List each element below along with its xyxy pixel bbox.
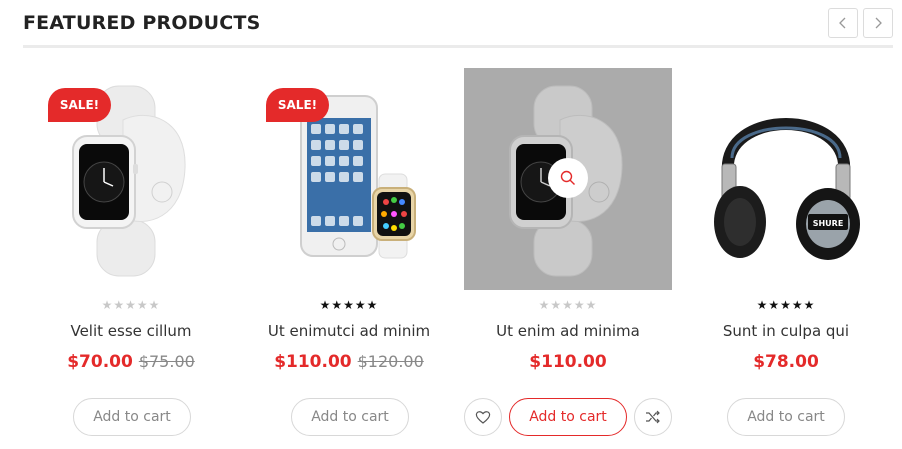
product-card: SALE! ★★★★★ Velit esse cillum $70.00 $75.… (27, 68, 235, 449)
product-name[interactable]: Ut enim ad minima (464, 322, 672, 340)
rating-stars: ★★★★★ (756, 298, 816, 312)
product-name[interactable]: Ut enimutci ad minim (245, 322, 453, 340)
rating-stars: ★★★★★ (319, 298, 379, 312)
product-name[interactable]: Velit esse cillum (27, 322, 235, 340)
product-old-price: $120.00 (357, 352, 424, 371)
product-price: $70.00 (67, 352, 133, 372)
product-image-link[interactable] (464, 68, 672, 290)
carousel-next-button[interactable] (863, 8, 893, 38)
section-title: FEATURED PRODUCTS (23, 12, 261, 34)
rating-stars: ★★★★★ (101, 298, 161, 312)
price-row: $110.00 (464, 352, 672, 372)
product-image-link[interactable]: SHURE (682, 68, 890, 290)
price-row: $110.00 $120.00 (245, 352, 453, 372)
product-price: $110.00 (274, 352, 352, 372)
product-card: SALE! ★★★★★ Ut enimutci ad minim $110.00… (245, 68, 453, 449)
headphones-image: SHURE (714, 118, 860, 260)
rating-stars: ★★★★★ (538, 298, 598, 312)
product-card: ★★★★★ Ut enim ad minima $110.00 Add to c… (464, 68, 672, 449)
add-to-cart-button[interactable]: Add to cart (291, 398, 409, 436)
product-card: SHURE ★★★★★ Sunt in culpa qui $78.00 Add… (682, 68, 890, 449)
compare-button[interactable] (634, 398, 672, 436)
product-price: $78.00 (753, 352, 819, 372)
product-name[interactable]: Sunt in culpa qui (682, 322, 890, 340)
sale-badge: SALE! (266, 88, 329, 122)
section-header: FEATURED PRODUCTS (23, 0, 893, 48)
svg-text:SHURE: SHURE (813, 219, 844, 228)
price-row: $78.00 (682, 352, 890, 372)
chevron-right-icon (875, 17, 882, 29)
add-to-cart-button[interactable]: Add to cart (509, 398, 627, 436)
sale-badge: SALE! (48, 88, 111, 122)
heart-icon (475, 411, 491, 424)
product-old-price: $75.00 (138, 352, 195, 371)
add-to-cart-button[interactable]: Add to cart (73, 398, 191, 436)
product-price: $110.00 (529, 352, 607, 372)
shuffle-icon (646, 410, 660, 424)
wishlist-button[interactable] (464, 398, 502, 436)
price-row: $70.00 $75.00 (27, 352, 235, 372)
chevron-left-icon (839, 17, 846, 29)
search-icon (560, 170, 575, 185)
quick-view-button[interactable] (548, 158, 588, 198)
carousel-prev-button[interactable] (828, 8, 858, 38)
add-to-cart-button[interactable]: Add to cart (727, 398, 845, 436)
